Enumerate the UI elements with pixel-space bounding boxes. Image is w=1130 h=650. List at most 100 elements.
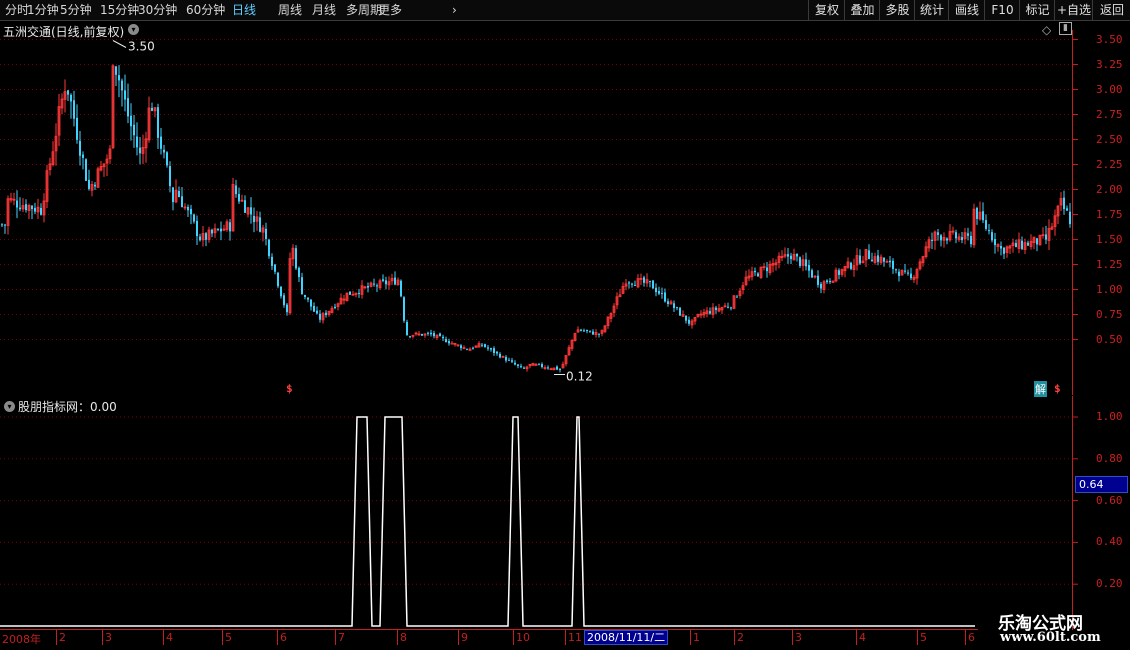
tab-period-0[interactable]: 分时 <box>5 2 29 18</box>
candle <box>445 336 447 343</box>
toolbar-button-0[interactable]: 复权 <box>808 0 845 20</box>
event-marker-unlock[interactable]: 解 <box>1034 381 1047 397</box>
candle <box>430 329 432 337</box>
candle <box>643 275 645 287</box>
tab-period-9[interactable]: 多周期 <box>346 2 382 18</box>
toolbar-button-3[interactable]: 统计 <box>914 0 949 20</box>
tab-period-1[interactable]: 1分钟 <box>27 2 59 18</box>
tab-period-6[interactable]: 日线 <box>232 2 256 18</box>
date-tick-5 <box>277 629 278 645</box>
price-tick-label-0: 3.50 <box>1096 32 1123 46</box>
candle <box>801 254 805 272</box>
selected-date: 2008/11/11/二 <box>584 630 669 645</box>
tab-period-2[interactable]: 5分钟 <box>60 2 92 18</box>
candle <box>805 252 807 271</box>
toolbar-button-7[interactable]: +自选 <box>1054 0 1093 20</box>
candle <box>169 161 171 193</box>
candle <box>921 255 925 267</box>
candle <box>879 254 883 265</box>
candle <box>1011 238 1015 253</box>
candle <box>493 346 495 356</box>
toolbar-button-2[interactable]: 多股 <box>879 0 915 20</box>
candle <box>286 302 288 316</box>
candle <box>12 192 16 206</box>
candle <box>996 243 1000 252</box>
candle <box>153 107 157 118</box>
candle <box>400 279 402 298</box>
date-label-1: 2 <box>59 631 66 644</box>
tab-period-3[interactable]: 15分钟 <box>100 2 139 18</box>
candle <box>787 247 789 264</box>
candle <box>1047 219 1051 250</box>
candle <box>277 271 279 289</box>
more-arrow-icon[interactable]: › <box>452 2 457 18</box>
candle <box>40 203 42 216</box>
candle <box>51 141 55 167</box>
tab-period-7[interactable]: 周线 <box>278 2 302 18</box>
candle <box>580 328 582 332</box>
candle <box>946 237 948 245</box>
candle <box>450 341 454 345</box>
event-marker-dividend-2[interactable]: $ <box>1054 382 1061 395</box>
tab-period-4[interactable]: 30分钟 <box>138 2 177 18</box>
candle <box>271 253 273 270</box>
tab-period-5[interactable]: 60分钟 <box>186 2 225 18</box>
candle <box>883 257 885 267</box>
candle <box>991 229 993 243</box>
candle <box>840 268 844 277</box>
candle <box>1003 246 1005 259</box>
candle <box>336 302 340 311</box>
tab-period-10[interactable]: 更多 <box>378 2 402 18</box>
candle <box>750 266 754 281</box>
candle <box>354 292 358 298</box>
price-tick-label-11: 0.75 <box>1096 307 1123 321</box>
period-toolbar: 分时 1分钟 5分钟 15分钟 30分钟 60分钟 日线 周线 月线 多周期 更多 › 复权 叠加 多股… <box>0 0 1130 21</box>
candle <box>868 244 870 260</box>
toolbar-button-5[interactable]: F10 <box>984 0 1020 20</box>
candle <box>898 268 900 282</box>
date-tick-8 <box>458 629 459 645</box>
candle <box>487 344 489 351</box>
candle <box>238 187 240 204</box>
candle <box>679 307 681 316</box>
candle <box>594 329 598 338</box>
candle <box>501 355 505 358</box>
candle <box>910 267 912 281</box>
date-label-8: 9 <box>461 631 468 644</box>
candle <box>240 194 244 203</box>
candle <box>268 238 270 259</box>
candle <box>255 210 259 231</box>
candle <box>600 329 604 337</box>
toolbar-button-6[interactable]: 标记 <box>1019 0 1055 20</box>
candle <box>244 195 246 213</box>
current-value-tag: 0.64 <box>1075 476 1128 493</box>
candle <box>36 198 40 220</box>
candle <box>609 312 613 323</box>
candle <box>181 186 183 208</box>
price-tick-label-10: 1.00 <box>1096 282 1123 296</box>
candle <box>736 294 738 298</box>
candle <box>561 361 565 369</box>
tab-period-8[interactable]: 月线 <box>312 2 336 18</box>
candle <box>1027 240 1029 246</box>
candle <box>130 103 132 141</box>
date-label-0: 2008年 <box>2 633 41 646</box>
candle <box>25 199 27 213</box>
candle <box>927 236 931 252</box>
date-axis-line <box>0 629 978 630</box>
candle <box>871 252 873 262</box>
candle <box>523 366 525 370</box>
candle <box>439 332 441 337</box>
toolbar-button-1[interactable]: 叠加 <box>844 0 880 20</box>
candle <box>63 79 67 113</box>
indicator-tick-label-1: 0.80 <box>1096 451 1123 465</box>
toolbar-button-4[interactable]: 画线 <box>948 0 985 20</box>
candle <box>136 122 138 156</box>
candle <box>1053 209 1057 236</box>
event-marker-dividend[interactable]: $ <box>286 382 293 395</box>
candle <box>217 228 219 232</box>
toolbar-button-8[interactable]: 返回 <box>1092 0 1130 20</box>
candle <box>345 292 349 302</box>
candle <box>912 274 916 283</box>
candle <box>937 228 939 241</box>
